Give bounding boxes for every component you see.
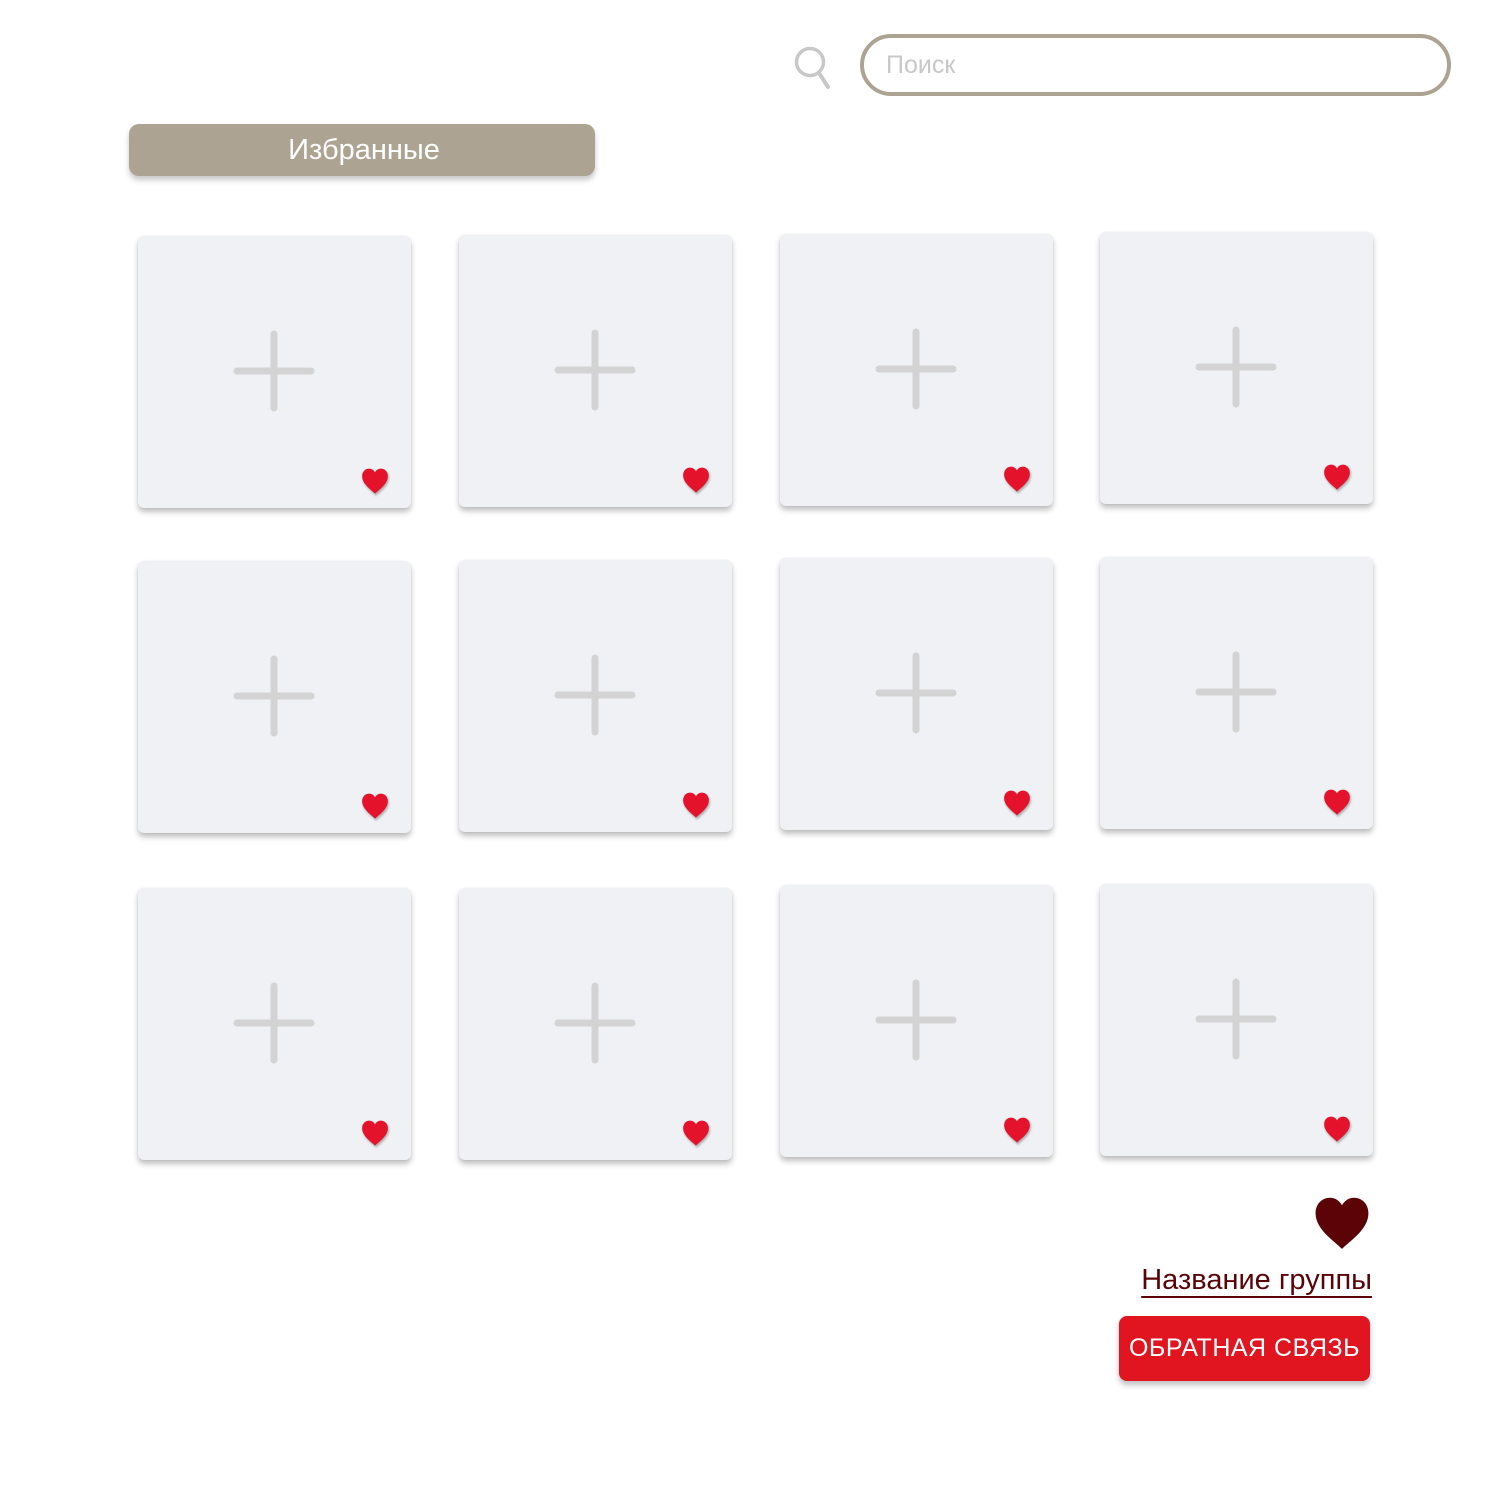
- heart-icon[interactable]: [1003, 465, 1031, 493]
- add-item-card[interactable]: [1100, 884, 1373, 1156]
- heart-icon: [1315, 1197, 1369, 1249]
- search-icon[interactable]: [793, 44, 833, 92]
- favorites-button[interactable]: Избранные: [129, 124, 595, 176]
- heart-icon[interactable]: [361, 1119, 389, 1147]
- plus-icon: [1195, 978, 1277, 1060]
- heart-icon[interactable]: [1323, 788, 1351, 816]
- add-item-card[interactable]: [1100, 557, 1373, 829]
- add-item-card[interactable]: [138, 236, 411, 508]
- plus-icon: [875, 979, 957, 1061]
- add-item-card[interactable]: [459, 888, 732, 1160]
- plus-icon: [233, 982, 315, 1064]
- heart-icon[interactable]: [1003, 1116, 1031, 1144]
- heart-icon[interactable]: [1003, 789, 1031, 817]
- plus-icon: [875, 652, 957, 734]
- heart-icon[interactable]: [682, 466, 710, 494]
- feedback-button[interactable]: ОБРАТНАЯ СВЯЗЬ: [1119, 1316, 1370, 1381]
- heart-icon[interactable]: [682, 1119, 710, 1147]
- favorites-label: Избранные: [288, 133, 440, 166]
- group-name-link[interactable]: Название группы: [1117, 1264, 1372, 1297]
- heart-icon[interactable]: [1323, 463, 1351, 491]
- plus-icon: [1195, 326, 1277, 408]
- plus-icon: [233, 655, 315, 737]
- plus-icon: [1195, 651, 1277, 733]
- heart-icon[interactable]: [682, 791, 710, 819]
- heart-icon[interactable]: [361, 792, 389, 820]
- add-item-card[interactable]: [780, 234, 1053, 506]
- plus-icon: [233, 330, 315, 412]
- add-item-card[interactable]: [459, 560, 732, 832]
- plus-icon: [875, 328, 957, 410]
- add-item-card[interactable]: [138, 561, 411, 833]
- plus-icon: [554, 329, 636, 411]
- search-input[interactable]: [860, 34, 1451, 96]
- heart-icon[interactable]: [361, 467, 389, 495]
- add-item-card[interactable]: [459, 235, 732, 507]
- plus-icon: [554, 982, 636, 1064]
- add-item-card[interactable]: [138, 888, 411, 1160]
- add-item-card[interactable]: [1100, 232, 1373, 504]
- heart-icon[interactable]: [1323, 1115, 1351, 1143]
- plus-icon: [554, 654, 636, 736]
- add-item-card[interactable]: [780, 885, 1053, 1157]
- favorites-grid: [0, 0, 1512, 1485]
- add-item-card[interactable]: [780, 558, 1053, 830]
